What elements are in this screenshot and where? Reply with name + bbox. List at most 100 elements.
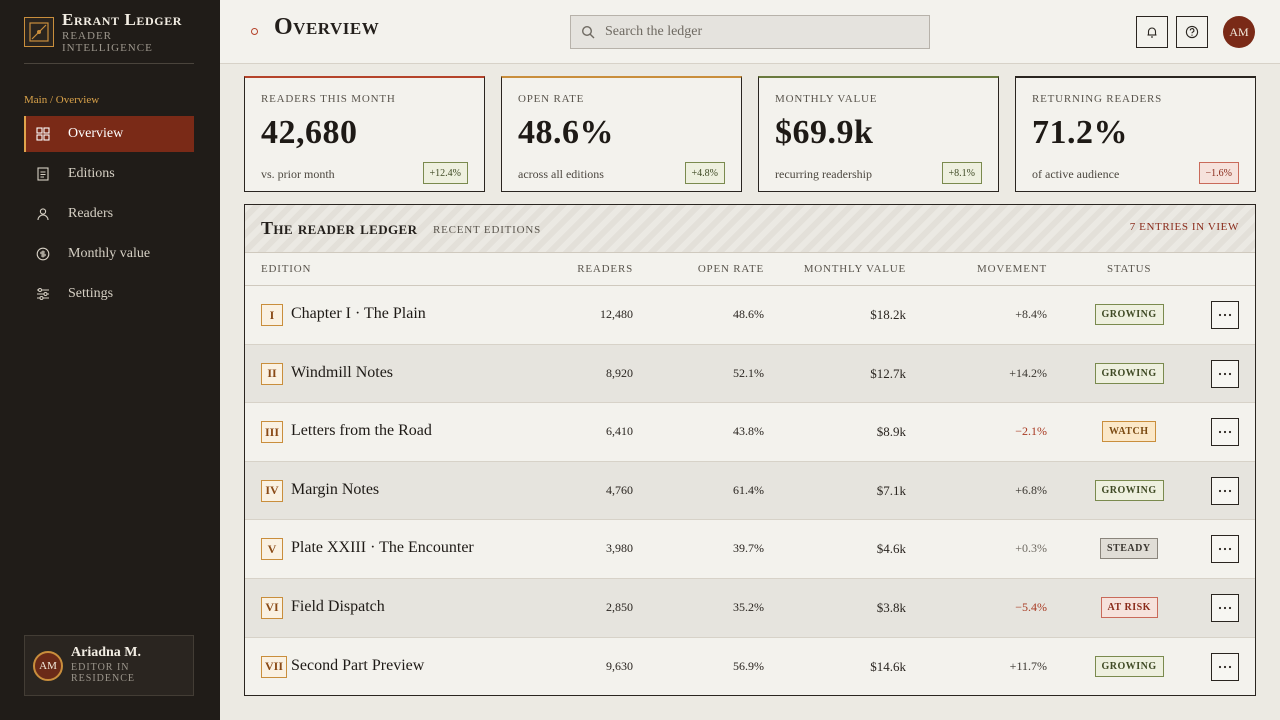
edition-name[interactable]: Field Dispatch [291,598,385,616]
kpi-note: across all editions [518,167,604,181]
person-icon [36,207,50,221]
brand-title: Errant Ledger [62,10,183,29]
open-rate-cell: 35.2% [733,599,764,614]
entries-count: 7 entries in view [1129,221,1239,233]
sliders-icon [36,287,50,301]
brand[interactable]: Errant Ledger Reader Intelligence [24,10,194,64]
status-badge: Growing [1094,304,1164,325]
sidebar-item-label: Editions [68,166,115,181]
open-rate-cell: 52.1% [733,365,764,380]
table-row[interactable]: VI Field Dispatch 2,850 35.2% $3.8k −5.4% At r… [245,578,1255,638]
kpi-card-open-rate[interactable]: Open rate 48.6% across all editions +4.8% [501,76,742,192]
coin-icon [36,247,50,261]
edition-name[interactable]: Chapter I · The Plain [291,305,426,323]
more-options-icon [1218,489,1232,493]
more-options-icon [1218,372,1232,376]
column-header-open-rate[interactable]: Open rate [698,263,764,275]
sidebar-nav: Overview Editions Readers Monthly value Sett… [24,116,194,316]
sidebar-item-editions[interactable]: Editions [24,156,194,192]
edition-name[interactable]: Letters from the Road [291,422,432,440]
kpi-label: Readers this month [261,93,396,105]
movement-cell: −5.4% [1015,599,1047,614]
row-actions-button[interactable] [1211,418,1239,447]
movement-cell: +11.7% [1009,658,1047,673]
table-header-bar: The reader ledger Recent editions 7 entr… [245,205,1255,253]
user-card[interactable]: AM Ariadna M. Editor in Residence [24,635,194,696]
kpi-card-monthly-value[interactable]: Monthly value $69.9k recurring readership +… [758,76,999,192]
movement-cell: −2.1% [1015,424,1047,439]
movement-cell: +8.4% [1015,307,1047,321]
edition-name[interactable]: Windmill Notes [291,364,393,382]
status-badge: Growing [1094,479,1164,501]
readers-cell: 3,980 [606,541,633,556]
edition-name[interactable]: Margin Notes [291,481,379,499]
user-role: Editor in Residence [71,662,135,684]
table-body: I Chapter I · The Plain 12,480 48.6% $18.2k +… [245,286,1255,696]
more-options-icon [1218,665,1232,669]
open-rate-cell: 61.4% [733,482,764,497]
kpi-note: vs. prior month [261,167,335,181]
sidebar-item-monthly-value[interactable]: Monthly value [24,236,194,272]
monthly-value-cell: $18.2k [870,307,906,322]
logo-icon [24,17,54,47]
table-title: The reader ledger [261,218,418,238]
row-actions-button[interactable] [1211,652,1239,681]
table-row[interactable]: IV Margin Notes 4,760 61.4% $7.1k +6.8% Growin… [245,461,1255,521]
row-actions-button[interactable] [1211,301,1239,329]
bell-icon [1145,25,1159,39]
kpi-card-readers-this-month[interactable]: Readers this month 42,680 vs. prior month +… [244,76,485,192]
monthly-value-cell: $3.8k [876,599,906,615]
kpi-note: of active audience [1032,167,1120,181]
document-icon [36,167,50,181]
column-header-monthly-value[interactable]: Monthly value [804,263,906,275]
open-rate-cell: 48.6% [733,307,764,321]
notifications-button[interactable] [1136,16,1168,48]
movement-cell: +6.8% [1015,482,1047,497]
column-header-status[interactable]: Status [1107,263,1151,275]
search-input[interactable] [605,24,905,40]
edition-number-badge: II [261,362,283,385]
row-actions-button[interactable] [1211,593,1239,622]
column-header-edition[interactable]: Edition [261,263,311,275]
table-row[interactable]: II Windmill Notes 8,920 52.1% $12.7k +14.2% Gr… [245,344,1255,404]
table-row[interactable]: VII Second Part Preview 9,630 56.9% $14.6k +1… [245,638,1255,697]
edition-name[interactable]: Plate XXIII · The Encounter [291,539,474,557]
readers-cell: 9,630 [606,658,633,673]
title-dot-icon [251,28,258,35]
sidebar-item-label: Settings [68,286,114,301]
column-header-movement[interactable]: Movement [977,263,1047,275]
sidebar: Errant Ledger Reader Intelligence Main /… [0,0,220,720]
help-icon [1185,25,1199,39]
kpi-note: recurring readership [775,167,872,181]
more-options-icon [1218,313,1232,317]
edition-name[interactable]: Second Part Preview [291,657,424,675]
search-box[interactable] [570,15,930,49]
row-actions-button[interactable] [1211,359,1239,388]
sidebar-item-readers[interactable]: Readers [24,196,194,232]
monthly-value-cell: $4.6k [876,541,906,557]
table-row[interactable]: I Chapter I · The Plain 12,480 48.6% $18.2k +… [245,286,1255,345]
help-button[interactable] [1176,16,1208,48]
monthly-value-cell: $7.1k [876,482,906,498]
table-column-headers: Edition Readers Open rate Monthly value … [245,253,1255,286]
monthly-value-cell: $14.6k [870,658,906,674]
table-row[interactable]: V Plate XXIII · The Encounter 3,980 39.7% $4… [245,520,1255,579]
row-actions-button[interactable] [1211,476,1239,505]
table-row[interactable]: III Letters from the Road 6,410 43.8% $8.9k −… [245,403,1255,462]
avatar[interactable]: AM [1223,16,1255,48]
grid-icon [36,127,50,141]
readers-cell: 4,760 [606,482,633,497]
row-actions-button[interactable] [1211,535,1239,564]
user-name: Ariadna M. [71,645,141,660]
edition-number-badge: VII [261,655,288,678]
sidebar-item-label: Overview [68,126,124,141]
edition-number-badge: I [261,304,283,326]
column-header-readers[interactable]: Readers [577,263,633,275]
kpi-change-badge: +12.4% [422,162,468,184]
kpi-card-returning-readers[interactable]: Returning readers 71.2% of active audience… [1015,76,1256,192]
edition-number-badge: V [261,538,283,561]
sidebar-item-settings[interactable]: Settings [24,276,194,312]
sidebar-item-overview[interactable]: Overview [24,116,194,152]
movement-cell: +14.2% [1009,365,1047,380]
sidebar-item-label: Readers [68,206,114,221]
